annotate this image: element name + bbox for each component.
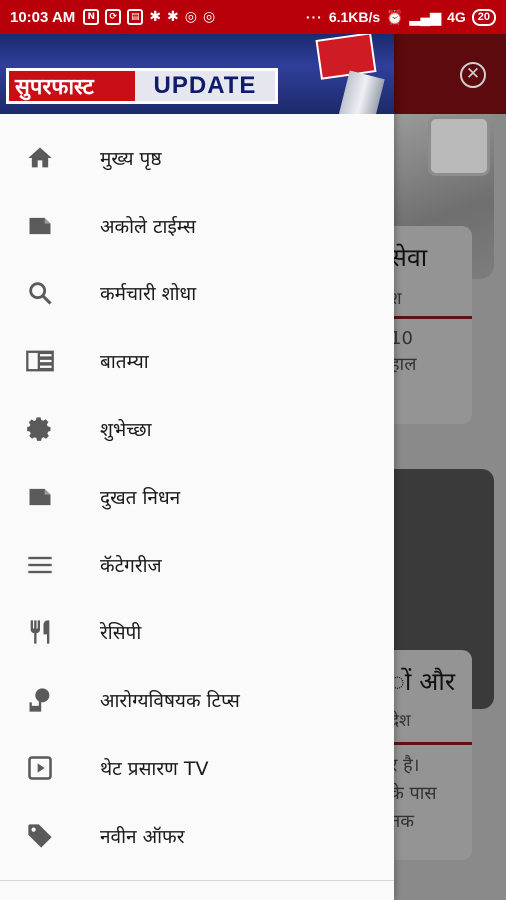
menu-item-categories[interactable]: कॅटेगरीज xyxy=(0,531,394,599)
card-title: ों और xyxy=(394,667,456,696)
note-icon xyxy=(25,211,55,241)
menu-item-home[interactable]: मुख्य पृष्ठ xyxy=(0,124,394,192)
card-text-line: र है। xyxy=(394,755,420,776)
network-type: 4G xyxy=(447,9,466,25)
drawer-menu: मुख्य पृष्ठ अकोले टाईम्स कर्मचारी शोधा ब… xyxy=(0,124,394,870)
drawer-banner: सुपरफास्ट UPDATE xyxy=(0,34,394,114)
menu-item-label: शुभेच्छा xyxy=(100,419,152,442)
background-app: ✕ सेवा श 10 हाल ों और देश र है। के पास त… xyxy=(394,34,506,900)
navigation-drawer: सुपरफास्ट UPDATE मुख्य पृष्ठ अकोले टाईम्… xyxy=(0,34,394,900)
news-icon: ▤ xyxy=(127,9,144,25)
gear-icon xyxy=(25,414,55,444)
status-right: ··· 6.1KB/s ⏰ ▂▄▆ 4G 20 xyxy=(305,8,496,26)
brand-logo: सुपरफास्ट UPDATE xyxy=(6,68,278,104)
alarm-icon: ⏰ xyxy=(386,8,404,25)
play-icon xyxy=(25,753,55,783)
search-icon xyxy=(25,278,55,308)
card-text-line: 10 xyxy=(394,328,413,349)
card-text: र है। के पास तक xyxy=(394,752,437,836)
menu-lines-icon xyxy=(25,550,55,580)
menu-item-news[interactable]: बातम्या xyxy=(0,327,394,395)
drawer-divider xyxy=(0,880,394,881)
chrome-icon: ◎ xyxy=(184,9,197,25)
settings-icon: ✱ xyxy=(149,9,162,25)
network-speed: 6.1KB/s xyxy=(328,9,381,25)
background-car-image xyxy=(428,116,490,176)
battery-icon: 20 xyxy=(471,8,496,26)
menu-item-health-tips[interactable]: आरोग्यविषयक टिप्स xyxy=(0,666,394,734)
newspaper-icon xyxy=(25,346,55,376)
menu-item-obituary[interactable]: दुखत निधन xyxy=(0,463,394,531)
card-text-line: हाल xyxy=(394,354,417,375)
brand-hindi-text: सुपरफास्ट xyxy=(15,75,94,100)
card-subtitle: श xyxy=(394,289,402,309)
menu-item-akole-times[interactable]: अकोले टाईम्स xyxy=(0,192,394,260)
menu-item-label: रेसिपी xyxy=(100,622,142,645)
menu-item-label: कर्मचारी शोधा xyxy=(100,283,197,306)
menu-item-label: अकोले टाईम्स xyxy=(100,215,196,238)
menu-item-employee-search[interactable]: कर्मचारी शोधा xyxy=(0,260,394,328)
note-icon xyxy=(25,482,55,512)
signal-icon: ▂▄▆ xyxy=(409,8,442,25)
card-text: 10 हाल xyxy=(394,326,416,378)
menu-item-label: नवीन ऑफर xyxy=(100,825,185,848)
card-text-line: के पास xyxy=(394,783,437,804)
menu-item-greetings[interactable]: शुभेच्छा xyxy=(0,395,394,463)
card-divider xyxy=(394,316,472,319)
sync-icon: ⟳ xyxy=(105,9,122,25)
microphone-handle-graphic xyxy=(335,70,385,114)
card-divider xyxy=(394,742,472,745)
status-time: 10:03 AM xyxy=(10,8,76,26)
menu-item-label: थेट प्रसारण TV xyxy=(100,758,209,781)
health-icon xyxy=(25,685,55,715)
settings-icon-2: ✱ xyxy=(167,9,179,25)
restaurant-icon xyxy=(25,617,55,647)
background-header: ✕ xyxy=(394,34,506,114)
status-bar: 10:03 AM N ⟳ ▤ ✱ ✱ ◎ ◎ ··· 6.1KB/s ⏰ ▂▄▆… xyxy=(0,0,506,34)
status-notification-icons: N ⟳ ▤ ✱ ✱ ◎ ◎ xyxy=(83,9,215,25)
background-news-card-2: ों और देश र है। के पास तक xyxy=(394,650,472,860)
brand-english-text: UPDATE xyxy=(135,71,275,101)
notification-n-icon: N xyxy=(83,9,100,25)
card-text-line: तक xyxy=(394,811,415,832)
background-news-card: सेवा श 10 हाल xyxy=(394,226,472,424)
microphone-graphic xyxy=(315,34,377,80)
menu-item-live-tv[interactable]: थेट प्रसारण TV xyxy=(0,734,394,802)
card-subtitle: देश xyxy=(394,711,411,731)
chrome-icon-2: ◎ xyxy=(203,9,216,25)
menu-item-label: बातम्या xyxy=(100,351,149,374)
close-icon[interactable]: ✕ xyxy=(460,62,486,88)
menu-item-label: कॅटेगरीज xyxy=(100,554,162,577)
menu-item-label: मुख्य पृष्ठ xyxy=(100,147,162,170)
menu-item-label: आरोग्यविषयक टिप्स xyxy=(100,690,240,713)
menu-item-recipes[interactable]: रेसिपी xyxy=(0,599,394,667)
tag-icon xyxy=(25,821,55,851)
menu-item-new-offer[interactable]: नवीन ऑफर xyxy=(0,802,394,870)
more-notifications-icon: ··· xyxy=(305,9,323,25)
menu-item-label: दुखत निधन xyxy=(100,486,181,509)
home-icon xyxy=(25,143,55,173)
card-title: सेवा xyxy=(394,243,428,272)
